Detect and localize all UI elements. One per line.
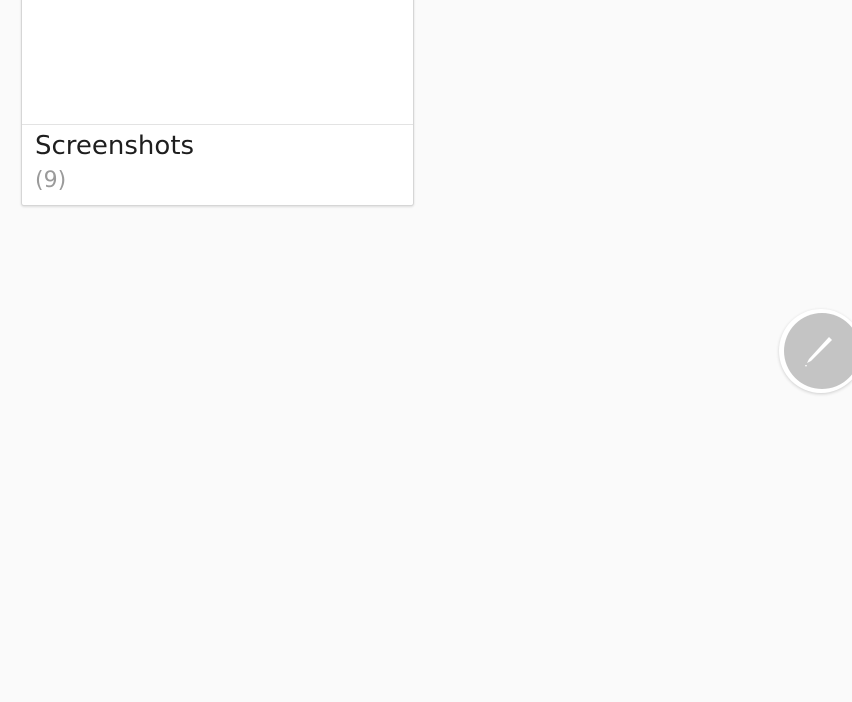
album-card-screenshots[interactable]: Screenshots (9)	[21, 0, 414, 206]
album-name: Screenshots	[35, 131, 195, 161]
album-count: (9)	[35, 168, 67, 193]
edit-floating-button-inner	[784, 313, 852, 389]
pen-icon	[805, 337, 832, 367]
edit-floating-button[interactable]	[779, 309, 852, 393]
album-info: Screenshots (9)	[22, 125, 413, 206]
gallery-screen: Screenshots (9)	[0, 0, 852, 702]
album-thumbnail[interactable]	[22, 0, 413, 125]
